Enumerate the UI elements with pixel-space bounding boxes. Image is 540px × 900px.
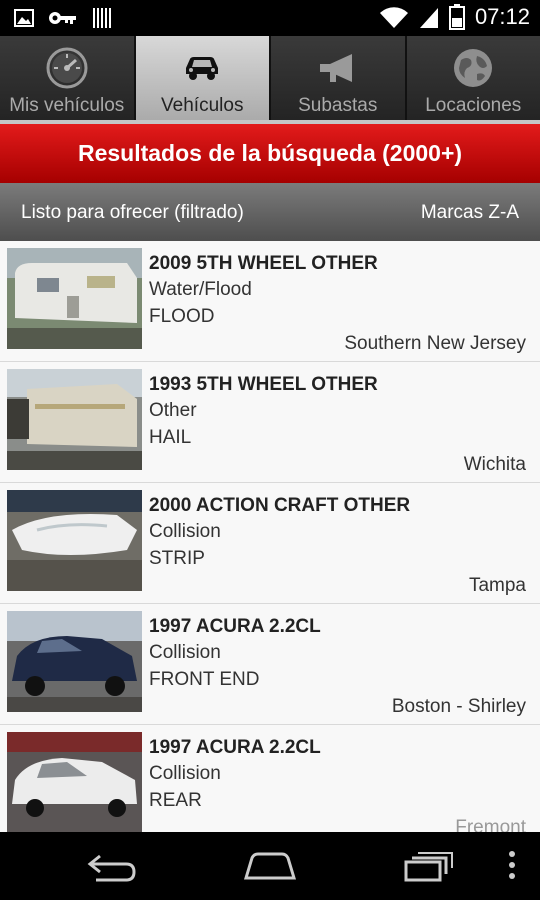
globe-icon [454, 49, 493, 87]
tab-vehiculos[interactable]: Vehículos [135, 36, 271, 123]
recent-apps-icon[interactable] [404, 850, 454, 882]
sort-button[interactable]: Marcas Z-A [421, 202, 519, 224]
navigation-bar [0, 832, 540, 900]
tab-locaciones[interactable]: Locaciones [406, 36, 540, 123]
status-bar: 07:12 [0, 0, 540, 36]
speedometer-icon [46, 47, 88, 89]
home-icon[interactable] [242, 850, 298, 882]
back-icon[interactable] [86, 850, 138, 882]
listing-title: 2000 ACTION CRAFT OTHER [149, 495, 411, 516]
listing-location: Wichita [463, 454, 526, 475]
image-icon [14, 9, 34, 27]
tab-label: Subastas [298, 95, 378, 116]
listing-title: 1997 ACURA 2.2CL [149, 616, 321, 637]
listing-damage-code: FLOOD [149, 306, 215, 327]
vehicle-thumbnail [7, 732, 142, 832]
tab-mis-vehiculos[interactable]: Mis vehículos [0, 36, 136, 123]
vehicle-list: 2009 5TH WHEEL OTHER Water/Flood FLOOD S… [0, 241, 540, 832]
listing-location: Fremont [455, 817, 526, 832]
listing-damage-code: FRONT END [149, 669, 260, 690]
list-item[interactable]: 1997 ACURA 2.2CL Collision REAR Fremont [0, 725, 540, 832]
results-header: Resultados de la búsqueda (2000+) [0, 124, 540, 183]
filter-bar: Listo para ofrecer (filtrado) Marcas Z-A [0, 183, 540, 241]
vehicle-thumbnail [7, 248, 142, 349]
vehicle-thumbnail [7, 611, 142, 712]
listing-damage: Collision [149, 521, 221, 542]
listing-location: Southern New Jersey [344, 333, 526, 354]
listing-title: 2009 5TH WHEEL OTHER [149, 253, 378, 274]
status-clock: 07:12 [474, 4, 530, 29]
listing-damage: Collision [149, 763, 221, 784]
list-item[interactable]: 1993 5TH WHEEL OTHER Other HAIL Wichita [0, 362, 540, 483]
listing-location: Tampa [468, 575, 526, 596]
filter-button[interactable]: Listo para ofrecer (filtrado) [21, 202, 244, 224]
listing-title: 1997 ACURA 2.2CL [149, 737, 321, 758]
car-icon [186, 57, 219, 80]
listing-damage: Collision [149, 642, 221, 663]
listing-title: 1993 5TH WHEEL OTHER [149, 374, 378, 395]
listing-damage-code: HAIL [149, 427, 192, 448]
listing-damage: Water/Flood [149, 279, 252, 300]
tab-label: Locaciones [425, 95, 522, 116]
list-item[interactable]: 2009 5TH WHEEL OTHER Water/Flood FLOOD S… [0, 241, 540, 362]
tab-label: Vehículos [161, 95, 244, 116]
overflow-menu-icon[interactable] [506, 850, 518, 882]
listing-damage-code: STRIP [149, 548, 205, 569]
key-icon [49, 12, 76, 24]
wifi-icon [379, 7, 408, 28]
list-item[interactable]: 2000 ACTION CRAFT OTHER Collision STRIP … [0, 483, 540, 604]
vehicle-thumbnail [7, 369, 142, 470]
list-item[interactable]: 1997 ACURA 2.2CL Collision FRONT END Bos… [0, 604, 540, 725]
signal-icon [419, 8, 438, 28]
tab-bar: Mis vehículos Vehículos Subastas Locacio… [0, 36, 540, 123]
listing-location: Boston - Shirley [391, 696, 526, 717]
barcode-icon [93, 8, 111, 28]
megaphone-icon [319, 54, 352, 82]
listing-damage-code: REAR [149, 790, 202, 811]
tab-label: Mis vehículos [9, 95, 125, 116]
vehicle-thumbnail [7, 490, 142, 591]
tab-subastas[interactable]: Subastas [271, 36, 407, 123]
listing-damage: Other [149, 400, 197, 421]
battery-icon [448, 4, 465, 30]
